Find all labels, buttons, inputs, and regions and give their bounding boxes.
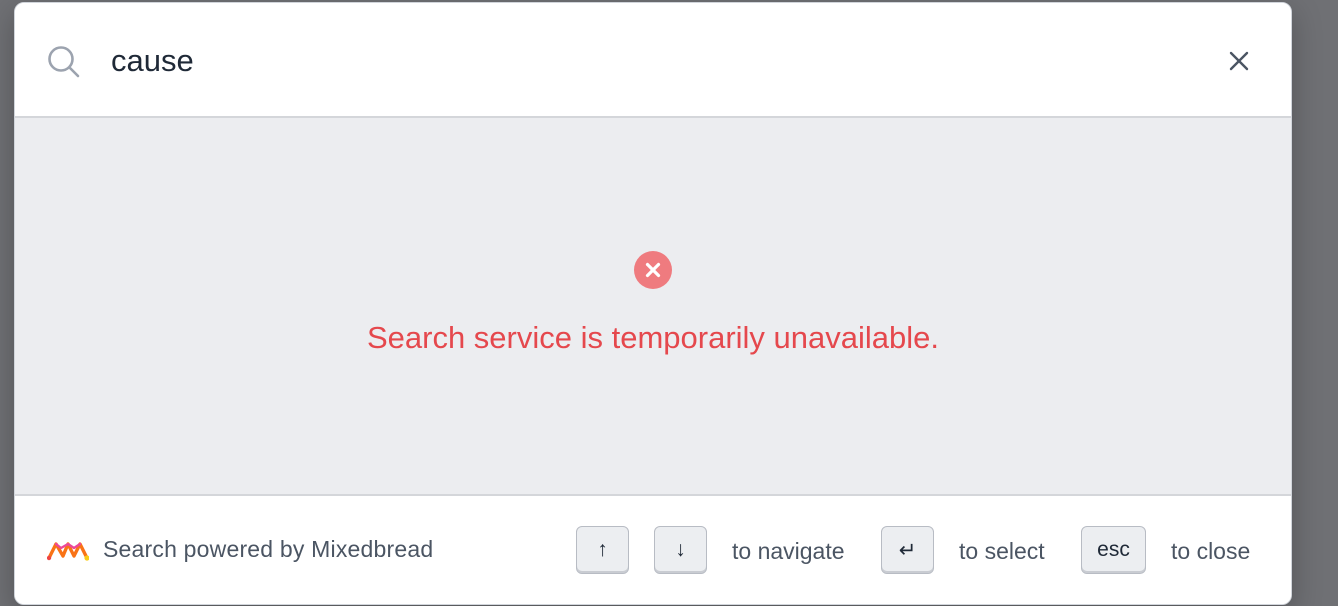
mixedbread-logo-icon <box>46 538 90 562</box>
error-icon <box>634 251 672 289</box>
navigate-hint: to navigate <box>732 538 845 564</box>
search-icon <box>47 45 81 79</box>
select-hint: to select <box>959 538 1045 564</box>
error-message: Search service is temporarily unavailabl… <box>366 320 940 355</box>
arrow-down-key: ↓ <box>654 526 707 574</box>
search-bar <box>15 3 1291 118</box>
powered-by[interactable]: Search powered by Mixedbread <box>46 536 434 563</box>
close-icon <box>1229 51 1249 71</box>
arrow-up-key: ↑ <box>576 526 629 574</box>
esc-key: esc <box>1081 526 1146 574</box>
powered-by-label: Search powered by Mixedbread <box>103 536 434 562</box>
search-input[interactable] <box>111 37 1191 85</box>
close-hint: to close <box>1171 538 1251 564</box>
search-footer: Search powered by Mixedbread ↑ ↓ to navi… <box>15 494 1291 604</box>
enter-key: ↵ <box>881 526 934 574</box>
close-button[interactable] <box>1221 43 1257 79</box>
results-panel: Search service is temporarily unavailabl… <box>15 118 1291 494</box>
search-dialog: Search service is temporarily unavailabl… <box>14 2 1292 605</box>
